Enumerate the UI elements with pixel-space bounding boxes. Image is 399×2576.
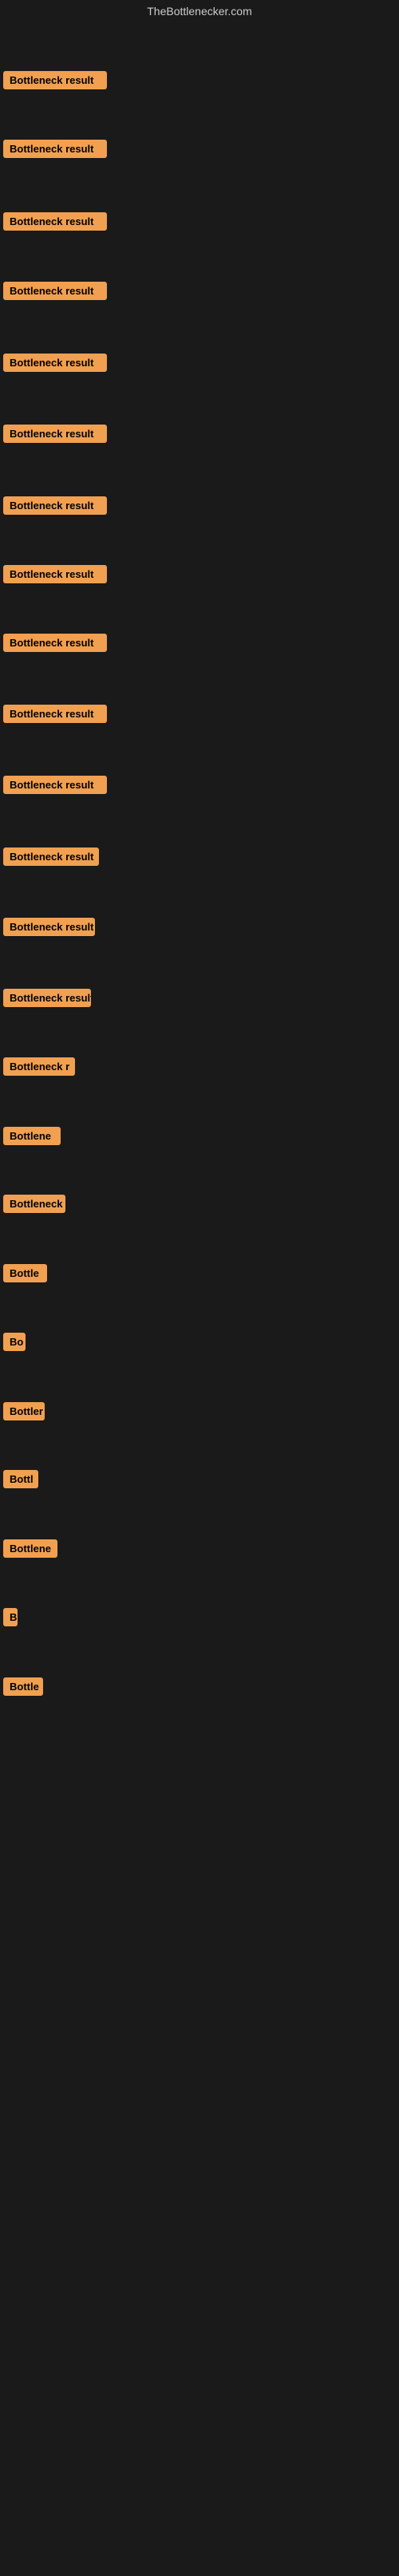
result-row-3: Bottleneck result bbox=[0, 209, 110, 238]
bottleneck-badge-16[interactable]: Bottlene bbox=[3, 1127, 61, 1145]
result-row-21: Bottl bbox=[0, 1467, 41, 1495]
result-row-11: Bottleneck result bbox=[0, 772, 110, 801]
bottleneck-badge-17[interactable]: Bottleneck bbox=[3, 1195, 65, 1213]
result-row-10: Bottleneck result bbox=[0, 701, 110, 730]
bottleneck-badge-23[interactable]: B bbox=[3, 1608, 18, 1626]
bottleneck-badge-18[interactable]: Bottle bbox=[3, 1264, 47, 1282]
result-row-9: Bottleneck result bbox=[0, 630, 110, 659]
result-row-20: Bottler bbox=[0, 1399, 48, 1428]
bottleneck-badge-14[interactable]: Bottleneck result bbox=[3, 989, 91, 1007]
bottleneck-badge-22[interactable]: Bottlene bbox=[3, 1539, 57, 1558]
bottleneck-badge-4[interactable]: Bottleneck result bbox=[3, 282, 107, 300]
bottleneck-badge-21[interactable]: Bottl bbox=[3, 1470, 38, 1488]
result-row-5: Bottleneck result bbox=[0, 350, 110, 379]
result-row-19: Bo bbox=[0, 1329, 29, 1358]
bottleneck-badge-13[interactable]: Bottleneck result bbox=[3, 918, 95, 936]
result-row-15: Bottleneck r bbox=[0, 1054, 78, 1083]
result-row-24: Bottle bbox=[0, 1674, 46, 1703]
result-row-18: Bottle bbox=[0, 1261, 50, 1290]
bottleneck-badge-2[interactable]: Bottleneck result bbox=[3, 140, 107, 158]
result-row-14: Bottleneck result bbox=[0, 986, 94, 1014]
result-row-4: Bottleneck result bbox=[0, 279, 110, 307]
result-row-1: Bottleneck result bbox=[0, 68, 110, 97]
bottleneck-badge-5[interactable]: Bottleneck result bbox=[3, 354, 107, 372]
site-header: TheBottlenecker.com bbox=[0, 0, 399, 22]
bottleneck-badge-12[interactable]: Bottleneck result bbox=[3, 847, 99, 866]
bottleneck-badge-20[interactable]: Bottler bbox=[3, 1402, 45, 1420]
result-row-2: Bottleneck result bbox=[0, 136, 110, 165]
result-row-8: Bottleneck result bbox=[0, 562, 110, 591]
bottleneck-badge-11[interactable]: Bottleneck result bbox=[3, 776, 107, 794]
result-row-13: Bottleneck result bbox=[0, 915, 98, 943]
result-row-23: B bbox=[0, 1605, 21, 1634]
bottleneck-badge-15[interactable]: Bottleneck r bbox=[3, 1057, 75, 1076]
result-row-12: Bottleneck result bbox=[0, 844, 102, 873]
result-row-16: Bottlene bbox=[0, 1124, 64, 1152]
result-row-22: Bottlene bbox=[0, 1536, 61, 1565]
bottleneck-badge-8[interactable]: Bottleneck result bbox=[3, 565, 107, 583]
bottleneck-badge-24[interactable]: Bottle bbox=[3, 1677, 43, 1696]
result-row-6: Bottleneck result bbox=[0, 421, 110, 450]
bottleneck-badge-10[interactable]: Bottleneck result bbox=[3, 705, 107, 723]
results-container: Bottleneck result Bottleneck result Bottle… bbox=[0, 22, 399, 2576]
bottleneck-badge-9[interactable]: Bottleneck result bbox=[3, 634, 107, 652]
result-row-17: Bottleneck bbox=[0, 1191, 69, 1220]
bottleneck-badge-3[interactable]: Bottleneck result bbox=[3, 212, 107, 231]
bottleneck-badge-1[interactable]: Bottleneck result bbox=[3, 71, 107, 89]
bottleneck-badge-19[interactable]: Bo bbox=[3, 1333, 26, 1351]
bottleneck-badge-7[interactable]: Bottleneck result bbox=[3, 496, 107, 515]
result-row-7: Bottleneck result bbox=[0, 493, 110, 522]
bottleneck-badge-6[interactable]: Bottleneck result bbox=[3, 425, 107, 443]
